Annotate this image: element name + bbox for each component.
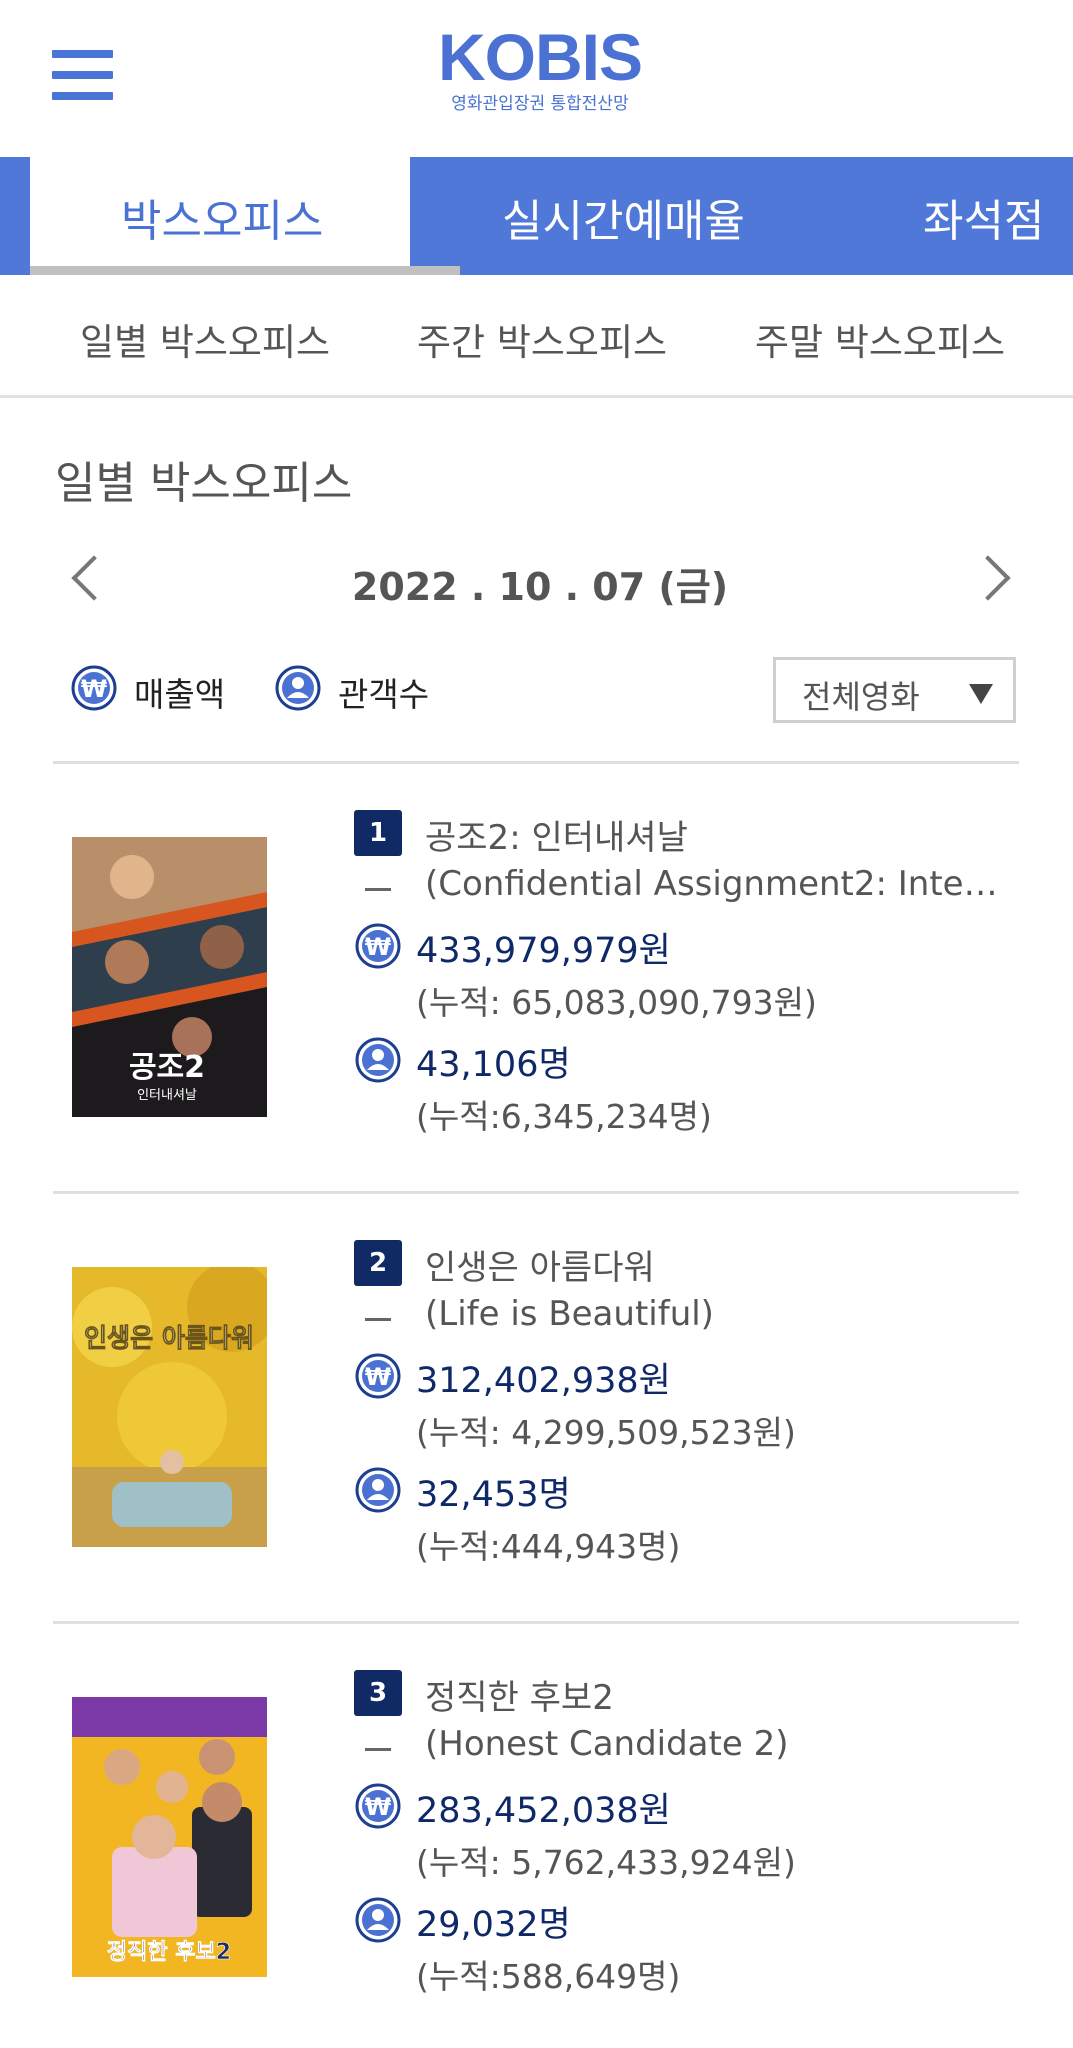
svg-text:₩: ₩ bbox=[365, 1363, 392, 1391]
app-header: KOBIS 영화관입장권 통합전산망 bbox=[0, 0, 1073, 157]
subnav-weekend[interactable]: 주말 박스오피스 bbox=[755, 312, 1005, 366]
sub-nav: 일별 박스오피스 주간 박스오피스 주말 박스오피스 bbox=[0, 275, 1073, 398]
movie-poster[interactable]: 정직한 후보2 bbox=[72, 1697, 267, 1977]
daily-sales: 283,452,038원 bbox=[416, 1791, 671, 1831]
subnav-weekly[interactable]: 주간 박스오피스 bbox=[417, 312, 667, 366]
legend-sales: ₩ 매출액 bbox=[70, 664, 250, 720]
tab-realtime-reservation[interactable]: 실시간예매율 bbox=[502, 185, 745, 249]
filter-value: 전체영화 bbox=[802, 678, 920, 716]
dropdown-caret-icon bbox=[969, 684, 993, 704]
movie-title-english: (Life is Beautiful) bbox=[425, 1294, 714, 1334]
daily-sales: 312,402,938원 bbox=[416, 1361, 671, 1401]
cumulative-audience: (누적:6,345,234명) bbox=[416, 1097, 712, 1136]
current-date: 2022 . 10 . 07 (금) bbox=[351, 565, 729, 609]
legend-audience: 관객수 bbox=[274, 664, 454, 720]
tab-box-office[interactable]: 박스오피스 bbox=[121, 185, 323, 249]
page-title: 일별 박스오피스 bbox=[55, 458, 353, 509]
movie-item: 공조2 인터내셔날 1 공조2: 인터내셔날 (Confidential Ass… bbox=[0, 764, 1073, 1184]
movie-item: 정직한 후보2 3 정직한 후보2 (Honest Candidate 2) ₩… bbox=[0, 1624, 1073, 2044]
daily-audience: 32,453명 bbox=[416, 1475, 571, 1515]
movie-poster[interactable]: 인생은 아름다워 bbox=[72, 1267, 267, 1547]
rank-badge: 3 bbox=[354, 1670, 402, 1716]
cumulative-audience: (누적:588,649명) bbox=[416, 1957, 681, 1996]
daily-audience: 29,032명 bbox=[416, 1905, 571, 1945]
rank-badge: 1 bbox=[354, 810, 402, 856]
rank-change-dash bbox=[365, 1748, 391, 1751]
rank-change-dash bbox=[365, 1318, 391, 1321]
movie-filter-select[interactable]: 전체영화 bbox=[773, 657, 1016, 723]
person-icon bbox=[355, 1897, 401, 1943]
logo-text: KOBIS bbox=[437, 20, 643, 94]
svg-text:₩: ₩ bbox=[365, 1793, 392, 1821]
rank-change-dash bbox=[365, 888, 391, 891]
person-icon bbox=[355, 1037, 401, 1083]
person-icon bbox=[275, 665, 321, 711]
person-icon bbox=[355, 1467, 401, 1513]
rank-badge: 2 bbox=[354, 1240, 402, 1286]
movie-item: 인생은 아름다워 2 인생은 아름다워 (Life is Beautiful) … bbox=[0, 1194, 1073, 1614]
poster-title: 공조2 bbox=[129, 1050, 205, 1085]
cumulative-audience: (누적:444,943명) bbox=[416, 1527, 681, 1566]
won-icon: ₩ bbox=[355, 1783, 401, 1829]
legend-audience-label: 관객수 bbox=[338, 675, 430, 714]
movie-title-korean[interactable]: 정직한 후보2 bbox=[425, 1670, 614, 1719]
cumulative-sales: (누적: 5,762,433,924원) bbox=[416, 1843, 796, 1882]
prev-date-icon[interactable] bbox=[71, 555, 117, 601]
cumulative-sales: (누적: 4,299,509,523원) bbox=[416, 1413, 796, 1452]
next-date-icon[interactable] bbox=[965, 555, 1011, 601]
movie-poster[interactable]: 공조2 인터내셔날 bbox=[72, 837, 267, 1117]
legend-sales-label: 매출액 bbox=[134, 675, 226, 714]
movie-title-english: (Confidential Assignment2: International… bbox=[425, 864, 1010, 904]
tab-seat-share[interactable]: 좌석점 bbox=[923, 185, 1044, 249]
main-tab-bar: 박스오피스 실시간예매율 좌석점 bbox=[0, 157, 1073, 275]
won-icon: ₩ bbox=[355, 923, 401, 969]
poster-title: 인생은 아름다워 bbox=[84, 1324, 254, 1354]
kobis-logo[interactable]: KOBIS 영화관입장권 통합전산망 bbox=[430, 22, 650, 114]
subnav-daily[interactable]: 일별 박스오피스 bbox=[80, 312, 330, 366]
movie-title-korean[interactable]: 인생은 아름다워 bbox=[425, 1240, 655, 1289]
daily-audience: 43,106명 bbox=[416, 1045, 571, 1085]
poster-title: 정직한 후보2 bbox=[107, 1940, 231, 1965]
daily-sales: 433,979,979원 bbox=[416, 931, 671, 971]
won-icon: ₩ bbox=[355, 1353, 401, 1399]
movie-title-english: (Honest Candidate 2) bbox=[425, 1724, 789, 1764]
svg-text:₩: ₩ bbox=[365, 933, 392, 961]
svg-text:₩: ₩ bbox=[81, 675, 108, 703]
won-icon: ₩ bbox=[71, 665, 117, 711]
poster-subtitle: 인터내셔날 bbox=[137, 1088, 197, 1103]
movie-title-korean[interactable]: 공조2: 인터내셔날 bbox=[425, 810, 688, 859]
menu-icon[interactable] bbox=[52, 50, 113, 100]
cumulative-sales: (누적: 65,083,090,793원) bbox=[416, 983, 817, 1022]
logo-subtitle: 영화관입장권 통합전산망 bbox=[451, 94, 629, 114]
